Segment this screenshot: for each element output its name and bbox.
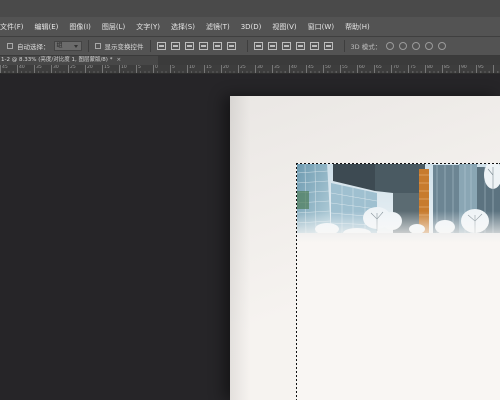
align-vcenter-icon[interactable]: [170, 42, 180, 50]
ruler-number: 35: [274, 65, 280, 70]
ruler-number: 20: [87, 65, 93, 70]
ruler-number: 80: [427, 65, 433, 70]
white-fill-layer[interactable]: [297, 243, 500, 400]
auto-select-dropdown[interactable]: 组: [53, 41, 82, 51]
document-tab-bar: 1-2 @ 8.33% (亮度/对比度 1, 图层蒙版/8) * ×: [0, 56, 500, 65]
ruler-number: 90: [461, 65, 467, 70]
ruler-number: 5: [138, 65, 141, 70]
document-tab-title: 1-2 @ 8.33% (亮度/对比度 1, 图层蒙版/8) *: [1, 57, 113, 63]
3d-mode-label: 3D 模式：: [350, 43, 382, 51]
distribute-vcenter-icon[interactable]: [267, 42, 277, 50]
align-top-icon[interactable]: [156, 42, 166, 50]
ruler-number: 95: [478, 65, 484, 70]
ruler-number: 35: [36, 65, 42, 70]
distribute-top-icon[interactable]: [253, 42, 263, 50]
ruler-number: 10: [189, 65, 195, 70]
menu-bar: 文件(F) 编辑(E) 图像(I) 图层(L) 文字(Y) 选择(S) 滤镜(T…: [0, 17, 500, 37]
options-divider: [246, 40, 248, 52]
menu-3d[interactable]: 3D(D): [241, 23, 266, 31]
options-divider: [343, 40, 345, 52]
menu-file[interactable]: 文件(F): [0, 22, 28, 32]
ruler-number: 40: [19, 65, 25, 70]
auto-select-checkbox[interactable]: [7, 43, 13, 49]
ruler-number: 10: [121, 65, 127, 70]
3d-drag-icon[interactable]: [412, 42, 421, 50]
ruler-number: 55: [342, 65, 348, 70]
3d-rotate-icon[interactable]: [386, 42, 395, 50]
menu-filter[interactable]: 滤镜(T): [206, 22, 234, 32]
menu-select[interactable]: 选择(S): [171, 22, 199, 32]
3d-slide-icon[interactable]: [425, 42, 434, 50]
ruler-number: 5: [172, 65, 175, 70]
ruler-number: 70: [393, 65, 399, 70]
ruler-number: 45: [2, 65, 8, 70]
ruler-number: 75: [410, 65, 416, 70]
3d-scale-icon[interactable]: [438, 42, 447, 50]
3d-roll-icon[interactable]: [399, 42, 408, 50]
ruler-number: 15: [206, 65, 212, 70]
ruler-number: 85: [444, 65, 450, 70]
canvas-workspace[interactable]: [0, 74, 500, 400]
document-canvas[interactable]: [230, 96, 500, 400]
distribute-left-icon[interactable]: [295, 42, 305, 50]
city-photo-layer[interactable]: [297, 163, 500, 243]
title-strip: [0, 0, 500, 17]
menu-layer[interactable]: 图层(L): [102, 22, 129, 32]
show-transform-label: 显示变换控件: [104, 43, 144, 51]
ruler-number: 40: [291, 65, 297, 70]
menu-edit[interactable]: 编辑(E): [35, 22, 63, 32]
menu-window[interactable]: 窗口(W): [308, 22, 338, 32]
show-transform-checkbox[interactable]: [94, 43, 101, 49]
ruler-number: 25: [70, 65, 76, 70]
menu-view[interactable]: 视图(V): [272, 22, 300, 32]
menu-image[interactable]: 图像(I): [69, 22, 95, 32]
align-right-icon[interactable]: [226, 42, 236, 50]
distribute-right-icon[interactable]: [323, 42, 333, 50]
menu-help[interactable]: 帮助(H): [345, 22, 374, 32]
ruler-number: 30: [257, 65, 263, 70]
options-divider: [87, 40, 89, 52]
ruler-number: 15: [104, 65, 110, 70]
ruler-number: 60: [359, 65, 365, 70]
ruler-number: 65: [376, 65, 382, 70]
align-left-icon[interactable]: [198, 42, 208, 50]
options-divider: [149, 40, 151, 52]
options-bar: 自动选择： 组 显示变换控件 3D 模式：: [0, 37, 500, 56]
ruler-number: 30: [53, 65, 59, 70]
ruler-number: 50: [325, 65, 331, 70]
ruler-number: 20: [223, 65, 229, 70]
ruler-number: 0: [155, 65, 158, 70]
horizontal-ruler[interactable]: 45 40 35 30 25 20 15 10 5 0 5 10 15 20 25 30 35 40 45 50 55 6…: [0, 65, 500, 74]
city-photo: [297, 163, 500, 243]
document-tab[interactable]: 1-2 @ 8.33% (亮度/对比度 1, 图层蒙版/8) * ×: [0, 56, 158, 65]
menu-type[interactable]: 文字(Y): [136, 22, 164, 32]
ruler-number: 25: [240, 65, 246, 70]
ruler-number: 45: [308, 65, 314, 70]
align-bottom-icon[interactable]: [184, 42, 194, 50]
distribute-hcenter-icon[interactable]: [309, 42, 319, 50]
distribute-bottom-icon[interactable]: [281, 42, 291, 50]
close-icon[interactable]: ×: [116, 57, 121, 63]
auto-select-label: 自动选择：: [17, 43, 50, 51]
align-hcenter-icon[interactable]: [212, 42, 222, 50]
